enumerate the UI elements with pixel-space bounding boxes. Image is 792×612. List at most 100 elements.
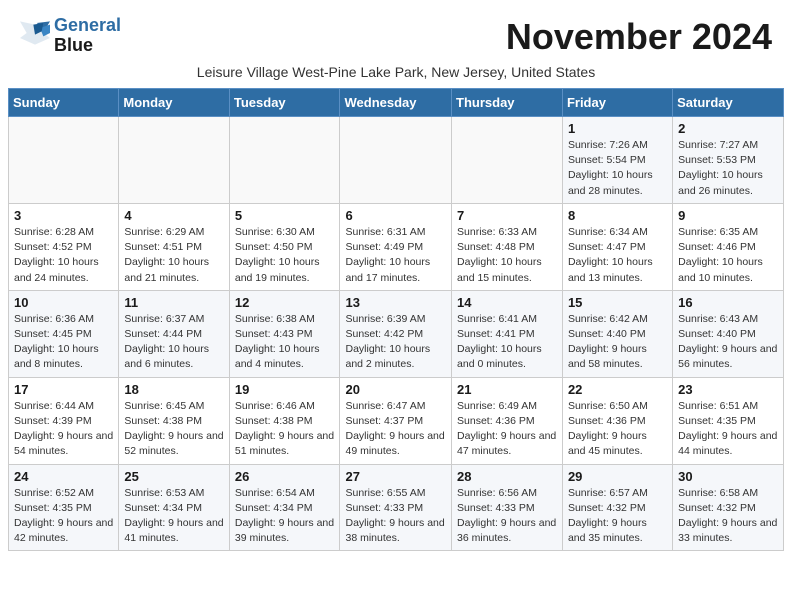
calendar-week-4: 17 Sunrise: 6:44 AMSunset: 4:39 PMDayligh… bbox=[9, 377, 784, 464]
page-header: GeneralBlue November 2024 bbox=[0, 0, 792, 62]
logo-bird-icon bbox=[20, 21, 50, 45]
calendar-cell: 10Sunrise: 6:36 AMSunset: 4:45 PMDayligh… bbox=[9, 290, 119, 377]
day-info: Sunrise: 6:57 AMSunset: 4:32 PMDaylight:… bbox=[568, 486, 667, 547]
day-info: Sunrise: 6:53 AMSunset: 4:34 PMDaylight:… bbox=[124, 486, 223, 547]
day-number: 16 bbox=[678, 295, 778, 310]
calendar-cell bbox=[340, 117, 452, 204]
day-number: 25 bbox=[124, 469, 223, 484]
day-number: 23 bbox=[678, 382, 778, 397]
day-number: 3 bbox=[14, 208, 113, 223]
day-number: 1 bbox=[568, 121, 667, 136]
calendar-cell: 7 Sunrise: 6:33 AMSunset: 4:48 PMDaylight… bbox=[452, 203, 563, 290]
day-number: 27 bbox=[345, 469, 446, 484]
calendar-cell: 21 Sunrise: 6:49 AMSunset: 4:36 PMDayligh… bbox=[452, 377, 563, 464]
day-number: 10 bbox=[14, 295, 113, 310]
calendar-cell bbox=[9, 117, 119, 204]
calendar-header: SundayMondayTuesdayWednesdayThursdayFrid… bbox=[9, 89, 784, 117]
day-number: 8 bbox=[568, 208, 667, 223]
day-info: Sunrise: 6:44 AMSunset: 4:39 PMDaylight:… bbox=[14, 399, 113, 460]
calendar-cell: 25 Sunrise: 6:53 AMSunset: 4:34 PMDayligh… bbox=[119, 464, 229, 551]
calendar-cell bbox=[119, 117, 229, 204]
day-number: 15 bbox=[568, 295, 667, 310]
calendar-cell: 17 Sunrise: 6:44 AMSunset: 4:39 PMDayligh… bbox=[9, 377, 119, 464]
calendar-cell: 3 Sunrise: 6:28 AMSunset: 4:52 PMDaylight… bbox=[9, 203, 119, 290]
day-number: 4 bbox=[124, 208, 223, 223]
calendar-cell: 11 Sunrise: 6:37 AMSunset: 4:44 PMDayligh… bbox=[119, 290, 229, 377]
day-number: 26 bbox=[235, 469, 335, 484]
calendar-week-5: 24 Sunrise: 6:52 AMSunset: 4:35 PMDayligh… bbox=[9, 464, 784, 551]
calendar-cell: 29 Sunrise: 6:57 AMSunset: 4:32 PMDayligh… bbox=[562, 464, 672, 551]
calendar-cell: 2Sunrise: 7:27 AMSunset: 5:53 PMDaylight… bbox=[673, 117, 784, 204]
day-info: Sunrise: 6:54 AMSunset: 4:34 PMDaylight:… bbox=[235, 486, 335, 547]
day-number: 22 bbox=[568, 382, 667, 397]
day-number: 5 bbox=[235, 208, 335, 223]
day-number: 7 bbox=[457, 208, 557, 223]
calendar-week-1: 1Sunrise: 7:26 AMSunset: 5:54 PMDaylight… bbox=[9, 117, 784, 204]
calendar-wrapper: SundayMondayTuesdayWednesdayThursdayFrid… bbox=[0, 88, 792, 559]
day-info: Sunrise: 6:49 AMSunset: 4:36 PMDaylight:… bbox=[457, 399, 557, 460]
day-info: Sunrise: 6:51 AMSunset: 4:35 PMDaylight:… bbox=[678, 399, 778, 460]
day-info: Sunrise: 6:37 AMSunset: 4:44 PMDaylight:… bbox=[124, 312, 223, 373]
day-info: Sunrise: 6:35 AMSunset: 4:46 PMDaylight:… bbox=[678, 225, 778, 286]
calendar-cell: 28 Sunrise: 6:56 AMSunset: 4:33 PMDayligh… bbox=[452, 464, 563, 551]
calendar-cell: 18Sunrise: 6:45 AMSunset: 4:38 PMDayligh… bbox=[119, 377, 229, 464]
calendar-cell bbox=[452, 117, 563, 204]
day-info: Sunrise: 6:52 AMSunset: 4:35 PMDaylight:… bbox=[14, 486, 113, 547]
subtitle: Leisure Village West-Pine Lake Park, New… bbox=[0, 62, 792, 88]
calendar-week-2: 3 Sunrise: 6:28 AMSunset: 4:52 PMDaylight… bbox=[9, 203, 784, 290]
calendar-cell: 30Sunrise: 6:58 AMSunset: 4:32 PMDayligh… bbox=[673, 464, 784, 551]
day-info: Sunrise: 6:28 AMSunset: 4:52 PMDaylight:… bbox=[14, 225, 113, 286]
day-number: 9 bbox=[678, 208, 778, 223]
day-info: Sunrise: 6:50 AMSunset: 4:36 PMDaylight:… bbox=[568, 399, 667, 460]
day-info: Sunrise: 6:55 AMSunset: 4:33 PMDaylight:… bbox=[345, 486, 446, 547]
col-header-saturday: Saturday bbox=[673, 89, 784, 117]
col-header-friday: Friday bbox=[562, 89, 672, 117]
day-number: 18 bbox=[124, 382, 223, 397]
calendar-cell: 16Sunrise: 6:43 AMSunset: 4:40 PMDayligh… bbox=[673, 290, 784, 377]
calendar-cell: 26 Sunrise: 6:54 AMSunset: 4:34 PMDayligh… bbox=[229, 464, 340, 551]
calendar-cell bbox=[229, 117, 340, 204]
day-info: Sunrise: 6:56 AMSunset: 4:33 PMDaylight:… bbox=[457, 486, 557, 547]
col-header-sunday: Sunday bbox=[9, 89, 119, 117]
day-info: Sunrise: 6:29 AMSunset: 4:51 PMDaylight:… bbox=[124, 225, 223, 286]
calendar-cell: 14 Sunrise: 6:41 AMSunset: 4:41 PMDayligh… bbox=[452, 290, 563, 377]
col-header-wednesday: Wednesday bbox=[340, 89, 452, 117]
day-number: 19 bbox=[235, 382, 335, 397]
calendar-cell: 27 Sunrise: 6:55 AMSunset: 4:33 PMDayligh… bbox=[340, 464, 452, 551]
day-info: Sunrise: 6:31 AMSunset: 4:49 PMDaylight:… bbox=[345, 225, 446, 286]
day-info: Sunrise: 6:41 AMSunset: 4:41 PMDaylight:… bbox=[457, 312, 557, 373]
day-number: 6 bbox=[345, 208, 446, 223]
day-number: 14 bbox=[457, 295, 557, 310]
calendar-cell: 19 Sunrise: 6:46 AMSunset: 4:38 PMDayligh… bbox=[229, 377, 340, 464]
calendar-cell: 23 Sunrise: 6:51 AMSunset: 4:35 PMDayligh… bbox=[673, 377, 784, 464]
day-number: 28 bbox=[457, 469, 557, 484]
day-number: 11 bbox=[124, 295, 223, 310]
month-title: November 2024 bbox=[506, 16, 772, 58]
calendar-cell: 12Sunrise: 6:38 AMSunset: 4:43 PMDayligh… bbox=[229, 290, 340, 377]
logo-text: GeneralBlue bbox=[54, 16, 121, 56]
day-info: Sunrise: 6:46 AMSunset: 4:38 PMDaylight:… bbox=[235, 399, 335, 460]
day-number: 30 bbox=[678, 469, 778, 484]
day-number: 29 bbox=[568, 469, 667, 484]
calendar-cell: 20 Sunrise: 6:47 AMSunset: 4:37 PMDayligh… bbox=[340, 377, 452, 464]
col-header-monday: Monday bbox=[119, 89, 229, 117]
calendar-cell: 24 Sunrise: 6:52 AMSunset: 4:35 PMDayligh… bbox=[9, 464, 119, 551]
day-info: Sunrise: 6:42 AMSunset: 4:40 PMDaylight:… bbox=[568, 312, 667, 373]
calendar-cell: 4 Sunrise: 6:29 AMSunset: 4:51 PMDaylight… bbox=[119, 203, 229, 290]
day-number: 17 bbox=[14, 382, 113, 397]
calendar-cell: 1Sunrise: 7:26 AMSunset: 5:54 PMDaylight… bbox=[562, 117, 672, 204]
calendar-week-3: 10Sunrise: 6:36 AMSunset: 4:45 PMDayligh… bbox=[9, 290, 784, 377]
day-info: Sunrise: 6:47 AMSunset: 4:37 PMDaylight:… bbox=[345, 399, 446, 460]
day-number: 20 bbox=[345, 382, 446, 397]
calendar-table: SundayMondayTuesdayWednesdayThursdayFrid… bbox=[8, 88, 784, 551]
day-info: Sunrise: 6:38 AMSunset: 4:43 PMDaylight:… bbox=[235, 312, 335, 373]
logo: GeneralBlue bbox=[20, 16, 121, 56]
day-number: 24 bbox=[14, 469, 113, 484]
day-number: 13 bbox=[345, 295, 446, 310]
day-number: 21 bbox=[457, 382, 557, 397]
day-info: Sunrise: 6:33 AMSunset: 4:48 PMDaylight:… bbox=[457, 225, 557, 286]
day-info: Sunrise: 6:34 AMSunset: 4:47 PMDaylight:… bbox=[568, 225, 667, 286]
day-info: Sunrise: 6:39 AMSunset: 4:42 PMDaylight:… bbox=[345, 312, 446, 373]
calendar-cell: 8 Sunrise: 6:34 AMSunset: 4:47 PMDaylight… bbox=[562, 203, 672, 290]
calendar-cell: 5Sunrise: 6:30 AMSunset: 4:50 PMDaylight… bbox=[229, 203, 340, 290]
